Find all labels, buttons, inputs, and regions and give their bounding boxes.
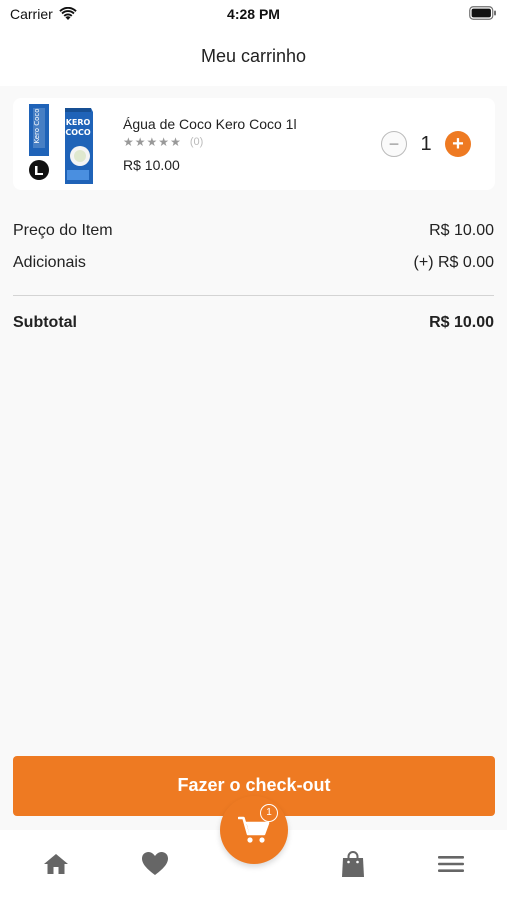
svg-text:KERO: KERO	[66, 118, 91, 127]
tab-home[interactable]	[41, 850, 71, 878]
status-time: 4:28 PM	[227, 6, 280, 22]
summary-divider	[13, 295, 494, 296]
tab-menu[interactable]	[436, 850, 466, 878]
menu-icon	[438, 856, 464, 872]
quantity-value: 1	[420, 132, 432, 155]
subtotal-value: R$ 10.00	[429, 314, 494, 331]
status-bar: Carrier 4:28 PM	[0, 0, 507, 28]
bag-icon	[342, 851, 364, 877]
subtotal-label: Subtotal	[13, 314, 77, 331]
extras-label: Adicionais	[13, 254, 86, 271]
extras-row: Adicionais (+) R$ 0.00	[13, 252, 494, 284]
svg-text:Kero Coco: Kero Coco	[33, 108, 41, 143]
star-icon: ★	[123, 135, 134, 149]
minus-icon: −	[388, 134, 400, 154]
svg-text:COCO: COCO	[65, 128, 91, 137]
battery-icon	[469, 6, 496, 20]
extras-value: (+) R$ 0.00	[413, 254, 494, 271]
increment-button[interactable]: +	[445, 131, 471, 157]
cart-badge: 1	[260, 804, 278, 822]
heart-icon	[142, 852, 168, 875]
star-icon: ★	[134, 135, 146, 149]
product-image: Kero Coco KERO COCO	[29, 104, 93, 184]
quantity-stepper: − 1 +	[381, 131, 471, 157]
item-price-value: R$ 10.00	[429, 222, 494, 239]
tab-favorites[interactable]	[140, 850, 170, 878]
order-summary: Preço do Item R$ 10.00 Adicionais (+) R$…	[13, 220, 494, 344]
star-icon: ★	[170, 135, 181, 149]
star-icon: ★	[158, 135, 170, 149]
product-price: R$ 10.00	[123, 157, 180, 173]
decrement-button[interactable]: −	[381, 131, 407, 157]
home-icon	[44, 854, 68, 874]
page-title: Meu carrinho	[200, 46, 307, 66]
item-price-label: Preço do Item	[13, 222, 113, 239]
star-icon: ★	[146, 135, 158, 149]
product-name: Água de Coco Kero Coco 1l	[123, 116, 297, 132]
item-price-row: Preço do Item R$ 10.00	[13, 220, 494, 252]
plus-icon: +	[452, 133, 464, 155]
tab-orders[interactable]	[338, 850, 368, 878]
rating-count: (0)	[189, 136, 204, 148]
cart-fab-button[interactable]: 1	[220, 796, 288, 864]
nav-header: Meu carrinho	[0, 28, 507, 86]
cart-item[interactable]: Kero Coco KERO COCO Água de Coco Kero Co…	[13, 98, 495, 190]
subtotal-row: Subtotal R$ 10.00	[13, 312, 494, 344]
product-rating: ★ ★ ★ ★ ★ (0)	[123, 135, 203, 149]
